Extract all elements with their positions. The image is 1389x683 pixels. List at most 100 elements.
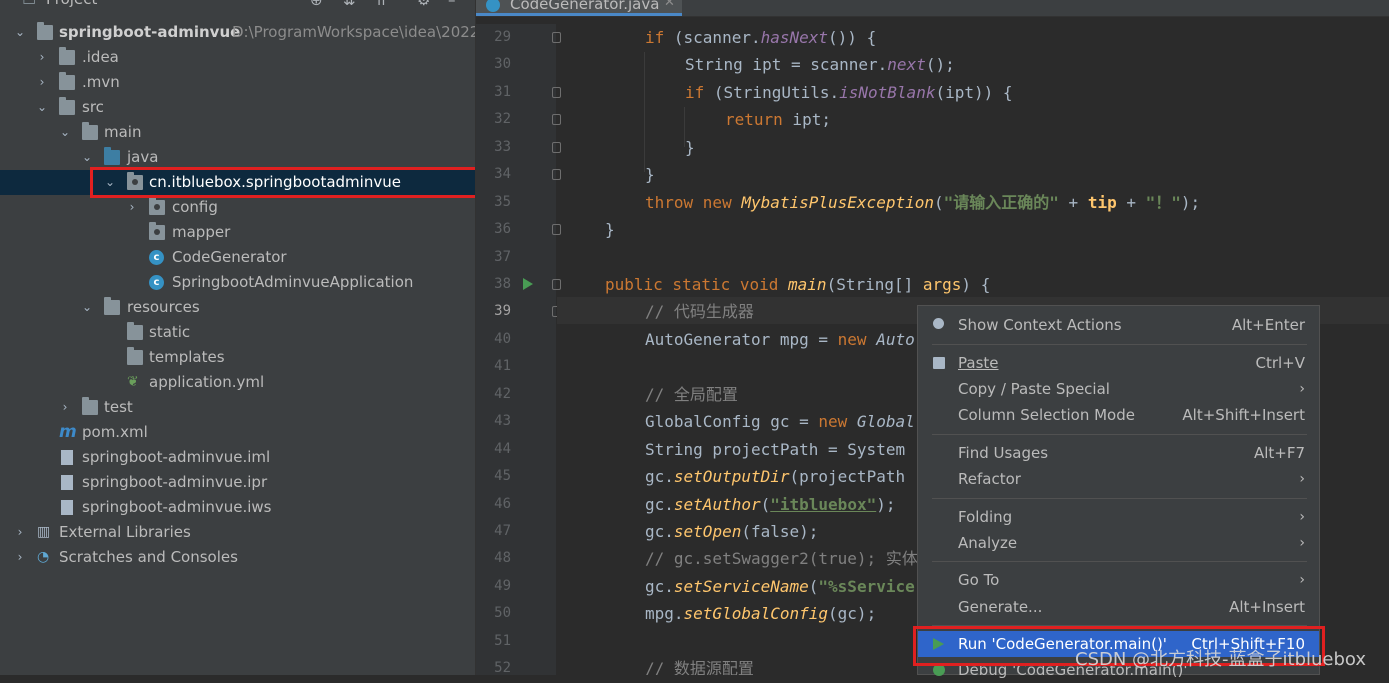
tree-item-resources[interactable]: ⌄ resources xyxy=(0,295,475,320)
folder-icon xyxy=(127,322,143,340)
tree-item-label: springboot-adminvue.ipr xyxy=(82,473,268,491)
line-number: 36 xyxy=(494,221,511,237)
tree-item-codegenerator[interactable]: c CodeGenerator xyxy=(0,245,475,270)
fold-marker-icon[interactable] xyxy=(552,169,561,180)
chevron-right-icon[interactable]: › xyxy=(36,45,48,70)
close-icon[interactable]: ✕ xyxy=(664,0,675,10)
tree-item-label: CodeGenerator xyxy=(172,248,287,266)
hide-icon[interactable]: – xyxy=(448,0,464,8)
tree-item-static[interactable]: static xyxy=(0,320,475,345)
libraries-icon: ▥ xyxy=(37,524,51,540)
tree-item-iml[interactable]: springboot-adminvue.iml xyxy=(0,445,475,470)
chevron-right-icon[interactable]: › xyxy=(126,195,138,220)
menu-item-label: Find Usages xyxy=(958,444,1049,462)
menu-item-copy-paste-special[interactable]: Copy / Paste Special › xyxy=(918,376,1319,402)
tree-item-label: External Libraries xyxy=(59,523,191,541)
tree-item-pom[interactable]: m pom.xml xyxy=(0,420,475,445)
chevron-right-icon[interactable]: › xyxy=(14,520,26,545)
tree-item-mapper[interactable]: mapper xyxy=(0,220,475,245)
chevron-down-icon[interactable]: ⌄ xyxy=(14,20,26,45)
chevron-right-icon[interactable]: › xyxy=(14,545,26,570)
project-view-icon[interactable]: ▭ xyxy=(22,0,38,8)
project-panel-header: ▭ Project ⊕ ⇊ ⇈ ⚙ – xyxy=(0,0,475,14)
chevron-right-icon[interactable]: › xyxy=(36,70,48,95)
code-line-52: // 数据源配置 xyxy=(645,659,754,675)
tree-item-label: mapper xyxy=(172,223,231,241)
code-line-35: throw new MybatisPlusException("请输入正确的" … xyxy=(645,193,1201,212)
watermark: CSDN @北方科技-蓝盒子itbluebox xyxy=(1075,649,1367,670)
menu-item-label: Paste xyxy=(958,354,999,372)
chevron-down-icon[interactable]: ⌄ xyxy=(81,295,93,320)
line-number: 41 xyxy=(494,358,511,374)
tree-item-project-root[interactable]: ⌄ springboot-adminvue D:\ProgramWorkspac… xyxy=(0,20,475,45)
spring-config-icon: ❦ xyxy=(127,374,139,390)
line-number: 43 xyxy=(494,413,511,429)
tree-item-test[interactable]: › test xyxy=(0,395,475,420)
chevron-down-icon[interactable]: ⌄ xyxy=(36,95,48,120)
tree-item-scratches[interactable]: › ◔ Scratches and Consoles xyxy=(0,545,475,570)
code-line-29: if (scanner.hasNext()) { xyxy=(645,28,877,47)
folder-icon xyxy=(82,122,98,140)
tree-item-main[interactable]: ⌄ main xyxy=(0,120,475,145)
collapse-all-icon[interactable]: ⇈ xyxy=(375,0,391,8)
locate-icon[interactable]: ⊕ xyxy=(310,0,326,8)
line-number: 52 xyxy=(494,660,511,675)
chevron-right-icon[interactable]: › xyxy=(59,395,71,420)
tree-item-ipr[interactable]: springboot-adminvue.ipr xyxy=(0,470,475,495)
expand-all-icon[interactable]: ⇊ xyxy=(343,0,359,8)
gear-icon[interactable]: ⚙ xyxy=(417,0,433,8)
tree-item-external-libraries[interactable]: › ▥ External Libraries xyxy=(0,520,475,545)
annotation-highlight-package xyxy=(90,167,475,198)
line-number: 34 xyxy=(494,166,511,182)
menu-item-folding[interactable]: Folding › xyxy=(918,504,1319,530)
fold-marker-icon[interactable] xyxy=(552,224,561,235)
tree-item-templates[interactable]: templates xyxy=(0,345,475,370)
tree-item-mvn[interactable]: › .mvn xyxy=(0,70,475,95)
menu-separator xyxy=(932,561,1307,562)
code-line-40: AutoGenerator mpg = new Auto xyxy=(645,330,915,349)
fold-marker-icon[interactable] xyxy=(552,142,561,153)
line-number: 44 xyxy=(494,441,511,457)
menu-item-go-to[interactable]: Go To › xyxy=(918,567,1319,593)
menu-item-refactor[interactable]: Refactor › xyxy=(918,466,1319,492)
tree-item-config[interactable]: › config xyxy=(0,195,475,220)
menu-item-find-usages[interactable]: Find Usages Alt+F7 xyxy=(918,440,1319,466)
tree-item-application-yml[interactable]: ❦ application.yml xyxy=(0,370,475,395)
menu-item-paste[interactable]: Paste Ctrl+V xyxy=(918,350,1319,376)
tab-label: CodeGenerator.java xyxy=(510,0,660,13)
project-panel-title[interactable]: Project xyxy=(46,0,97,8)
menu-item-shortcut: Alt+Insert xyxy=(1229,598,1305,616)
tree-item-application-class[interactable]: c SpringbootAdminvueApplication xyxy=(0,270,475,295)
tree-item-label: templates xyxy=(149,348,225,366)
tab-codegenerator[interactable]: CodeGenerator.java ✕ xyxy=(476,0,682,16)
run-gutter-icon[interactable] xyxy=(523,278,533,290)
tree-item-label: resources xyxy=(127,298,200,316)
fold-marker-icon[interactable] xyxy=(552,279,561,290)
menu-item-show-context-actions[interactable]: Show Context Actions Alt+Enter xyxy=(918,312,1319,338)
java-class-icon: c xyxy=(149,250,164,265)
resources-folder-icon xyxy=(104,297,120,315)
package-icon xyxy=(149,197,165,215)
fold-marker-icon[interactable] xyxy=(552,32,561,43)
code-line-38: public static void main(String[] args) { xyxy=(605,275,991,294)
menu-item-label: Go To xyxy=(958,571,1000,589)
tree-item-label: pom.xml xyxy=(82,423,148,441)
menu-item-analyze[interactable]: Analyze › xyxy=(918,530,1319,556)
tree-item-iws[interactable]: springboot-adminvue.iws xyxy=(0,495,475,520)
fold-marker-icon[interactable] xyxy=(552,87,561,98)
code-line-49: gc.setServiceName("%sService xyxy=(645,577,915,596)
tree-item-label: springboot-adminvue.iws xyxy=(82,498,272,516)
menu-item-shortcut: Alt+Enter xyxy=(1231,316,1305,334)
fold-marker-icon[interactable] xyxy=(552,114,561,125)
menu-item-column-selection-mode[interactable]: Column Selection Mode Alt+Shift+Insert xyxy=(918,402,1319,428)
line-number: 38 xyxy=(494,276,511,292)
chevron-down-icon[interactable]: ⌄ xyxy=(59,120,71,145)
code-line-33: } xyxy=(685,138,695,157)
menu-item-generate[interactable]: Generate... Alt+Insert xyxy=(918,594,1319,620)
clipboard-icon xyxy=(933,357,945,369)
line-number: 49 xyxy=(494,578,511,594)
code-line-30: String ipt = scanner.next(); xyxy=(685,55,955,74)
code-line-31: if (StringUtils.isNotBlank(ipt)) { xyxy=(685,83,1013,102)
tree-item-src[interactable]: ⌄ src xyxy=(0,95,475,120)
tree-item-idea[interactable]: › .idea xyxy=(0,45,475,70)
